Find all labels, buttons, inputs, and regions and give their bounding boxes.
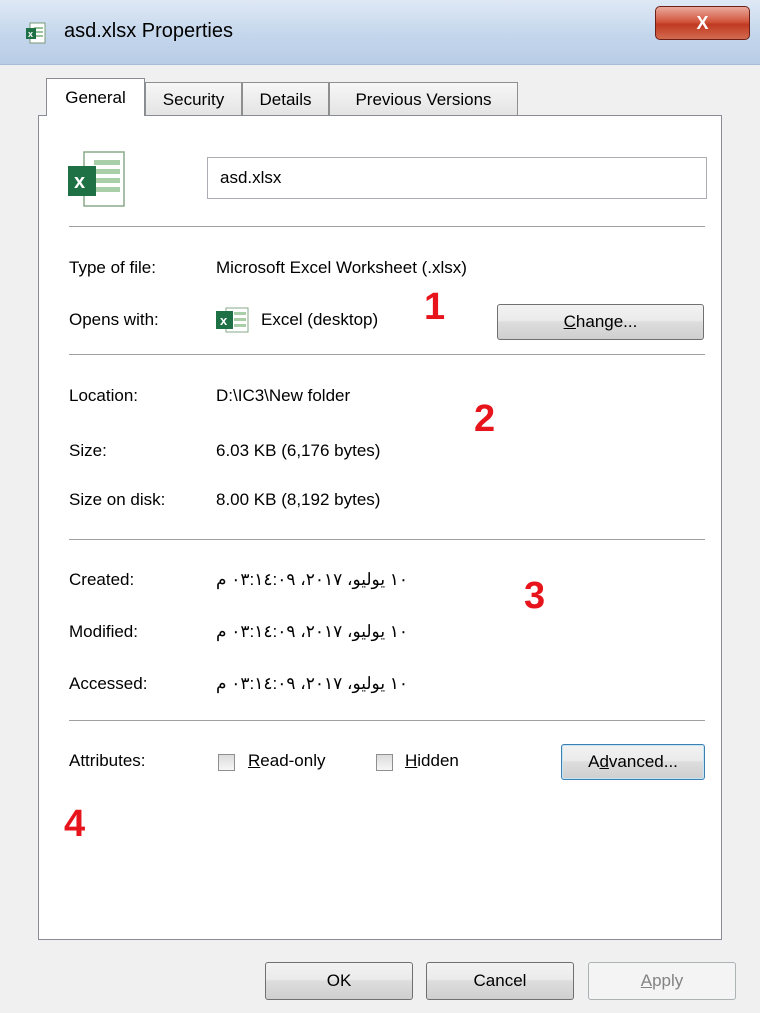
opens-with-value: Excel (desktop) (261, 310, 379, 329)
hidden-mnemonic: H (405, 751, 418, 770)
tab-security-label: Security (162, 89, 225, 109)
advanced-button[interactable]: Ad vanced... (561, 744, 705, 780)
annotation-4: 4 (64, 803, 86, 845)
hidden-checkbox[interactable] (376, 754, 393, 771)
location-label: Location: (69, 386, 138, 405)
created-label: Created: (69, 570, 135, 589)
readonly-label[interactable]: Read-only (248, 751, 326, 771)
close-button[interactable]: X (655, 6, 750, 40)
size-label: Size: (69, 441, 107, 460)
change-button-mnemonic: C (563, 312, 576, 331)
location-value: D:\IC3\New folder (216, 386, 351, 405)
tab-security[interactable]: Security (145, 82, 242, 116)
title-bar[interactable]: x asd.xlsx Properties X (0, 0, 760, 65)
readonly-text: ead-only (260, 751, 326, 770)
excel-file-icon: x (26, 22, 46, 44)
annotation-1: 1 (424, 286, 446, 328)
tab-previous-versions[interactable]: Previous Versions (329, 82, 518, 116)
readonly-mnemonic: R (248, 751, 261, 770)
advanced-prefix: A (588, 752, 600, 771)
modified-value: ١٠ يوليو، ٢٠١٧، ٠٣:١٤:٠٩ م (216, 622, 409, 641)
tab-details[interactable]: Details (242, 82, 329, 116)
separator (69, 226, 705, 227)
apply-mnemonic: A (640, 971, 653, 990)
general-panel (38, 115, 722, 940)
tab-previous-versions-label: Previous Versions (355, 89, 492, 109)
attributes-label: Attributes: (69, 751, 146, 770)
excel-app-icon: x (216, 307, 249, 333)
svg-text:x: x (74, 171, 85, 193)
apply-text: pply (652, 971, 684, 990)
created-value: ١٠ يوليو، ٢٠١٧، ٠٣:١٤:٠٩ م (216, 570, 409, 589)
hidden-label[interactable]: Hidden (405, 751, 459, 771)
type-value: Microsoft Excel Worksheet (.xlsx) (216, 258, 467, 277)
hidden-text: idden (417, 751, 459, 770)
tab-general-label: General (65, 87, 126, 107)
tab-details-label: Details (259, 89, 312, 109)
readonly-checkbox[interactable] (218, 754, 235, 771)
accessed-value: ١٠ يوليو، ٢٠١٧، ٠٣:١٤:٠٩ م (216, 674, 409, 693)
size-on-disk-label: Size on disk: (69, 490, 166, 509)
apply-button[interactable]: Apply (588, 962, 736, 1000)
tab-general[interactable]: General (46, 78, 145, 116)
accessed-label: Accessed: (69, 674, 148, 693)
annotation-3: 3 (524, 575, 546, 617)
window-title: asd.xlsx Properties (64, 20, 233, 42)
svg-text:x: x (28, 29, 33, 39)
ok-button[interactable]: OK (265, 962, 413, 1000)
svg-text:x: x (220, 313, 228, 328)
file-name-input[interactable]: asd.xlsx (207, 157, 707, 199)
annotation-2: 2 (474, 398, 496, 440)
size-value: 6.03 KB (6,176 bytes) (216, 441, 381, 460)
separator (69, 720, 705, 721)
advanced-mnemonic: d (599, 752, 609, 771)
excel-file-icon: x (68, 151, 125, 207)
change-button-label: hange... (575, 312, 638, 331)
opens-with-label: Opens with: (69, 310, 159, 329)
separator (69, 539, 705, 540)
change-button[interactable]: Change... (497, 304, 704, 340)
type-label: Type of file: (69, 258, 156, 277)
size-on-disk-value: 8.00 KB (8,192 bytes) (216, 490, 381, 509)
cancel-button[interactable]: Cancel (426, 962, 574, 1000)
advanced-text: vanced... (608, 752, 678, 771)
modified-label: Modified: (69, 622, 138, 641)
separator (69, 354, 705, 355)
